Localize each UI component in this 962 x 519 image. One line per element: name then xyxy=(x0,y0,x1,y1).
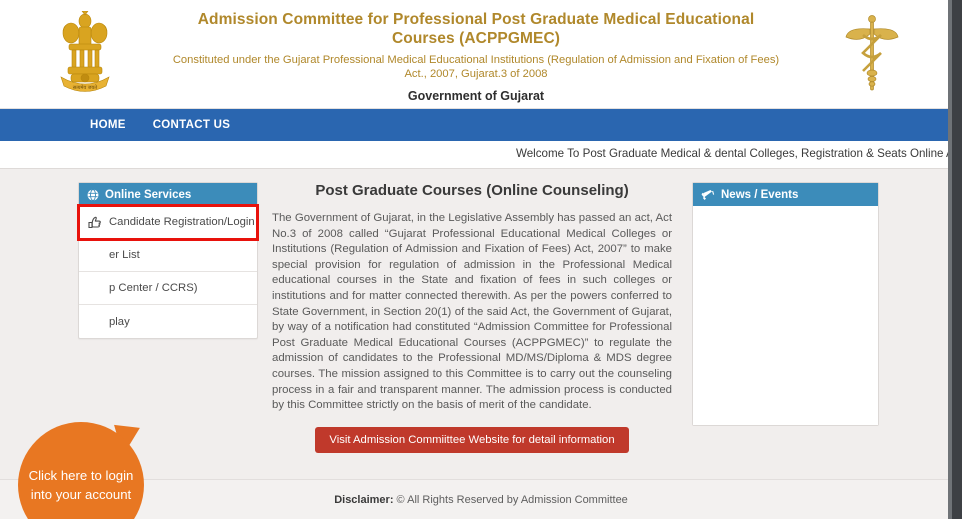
sidebar-item-2[interactable]: er List xyxy=(79,239,257,272)
marquee-strip: Welcome To Post Graduate Medical & denta… xyxy=(0,141,962,169)
ashoka-emblem-icon: सत्यमेव जयते xyxy=(0,11,170,97)
nav-item-home[interactable]: HOME xyxy=(90,119,126,131)
news-events-panel-title: News / Events xyxy=(721,188,799,201)
visit-admission-committee-website-button[interactable]: Visit Admission Commiittee Website for d… xyxy=(315,427,629,453)
news-events-panel: News / Events xyxy=(692,182,879,426)
footer-disclaimer-label: Disclaimer: xyxy=(334,493,394,506)
footer-disclaimer: Disclaimer: © All Rights Reserved by Adm… xyxy=(334,494,628,506)
page-subtitle: Constituted under the Gujarat Profession… xyxy=(172,53,780,80)
online-services-panel-title: Online Services xyxy=(105,188,192,201)
content-paragraph: The Government of Gujarat, in the Legisl… xyxy=(272,212,672,412)
caduceus-icon xyxy=(782,11,962,97)
online-services-panel-header: Online Services xyxy=(79,183,257,206)
sidebar-item-4[interactable]: play xyxy=(79,305,257,338)
footer-disclaimer-text: © All Rights Reserved by Admission Commi… xyxy=(393,493,628,506)
marquee-text: Welcome To Post Graduate Medical & denta… xyxy=(516,147,962,160)
site-masthead: सत्यमेव जयते Admission Committee for Pro… xyxy=(0,0,962,109)
online-services-panel: Online Services Candidate Registration/L… xyxy=(77,182,259,339)
megaphone-icon xyxy=(701,189,715,201)
sidebar-item-label: Candidate Registration/Login xyxy=(109,216,255,228)
browser-viewport: सत्यमेव जयते Admission Committee for Pro… xyxy=(0,0,962,519)
sidebar-item-label: er List xyxy=(109,249,140,261)
login-callout-text: Click here to login into your account xyxy=(28,468,134,502)
page-body: Online Services Candidate Registration/L… xyxy=(0,169,962,519)
svg-text:सत्यमेव जयते: सत्यमेव जयते xyxy=(73,84,97,91)
cta-container: Visit Admission Commiittee Website for d… xyxy=(272,427,672,453)
globe-icon xyxy=(87,188,99,201)
main-content: Post Graduate Courses (Online Counseling… xyxy=(272,182,672,414)
page-footer: Disclaimer: © All Rights Reserved by Adm… xyxy=(0,479,962,519)
news-events-panel-header: News / Events xyxy=(693,183,878,206)
sidebar-item-3[interactable]: p Center / CCRS) xyxy=(79,272,257,305)
government-label: Government of Gujarat xyxy=(407,88,545,103)
pointing-hand-icon xyxy=(88,216,102,229)
masthead-title-block: Admission Committee for Professional Pos… xyxy=(170,6,782,103)
main-navigation: HOME CONTACT US xyxy=(0,109,962,141)
sidebar-item-candidate-registration-login[interactable]: Candidate Registration/Login xyxy=(77,204,259,241)
news-events-list[interactable] xyxy=(693,206,878,425)
page-title: Admission Committee for Professional Pos… xyxy=(197,10,755,47)
nav-item-contact-us[interactable]: CONTACT US xyxy=(153,119,231,131)
sidebar-item-label: play xyxy=(109,315,130,328)
browser-window-edge xyxy=(952,0,962,519)
content-heading: Post Graduate Courses (Online Counseling… xyxy=(315,182,629,199)
sidebar-item-label: p Center / CCRS) xyxy=(109,282,198,294)
